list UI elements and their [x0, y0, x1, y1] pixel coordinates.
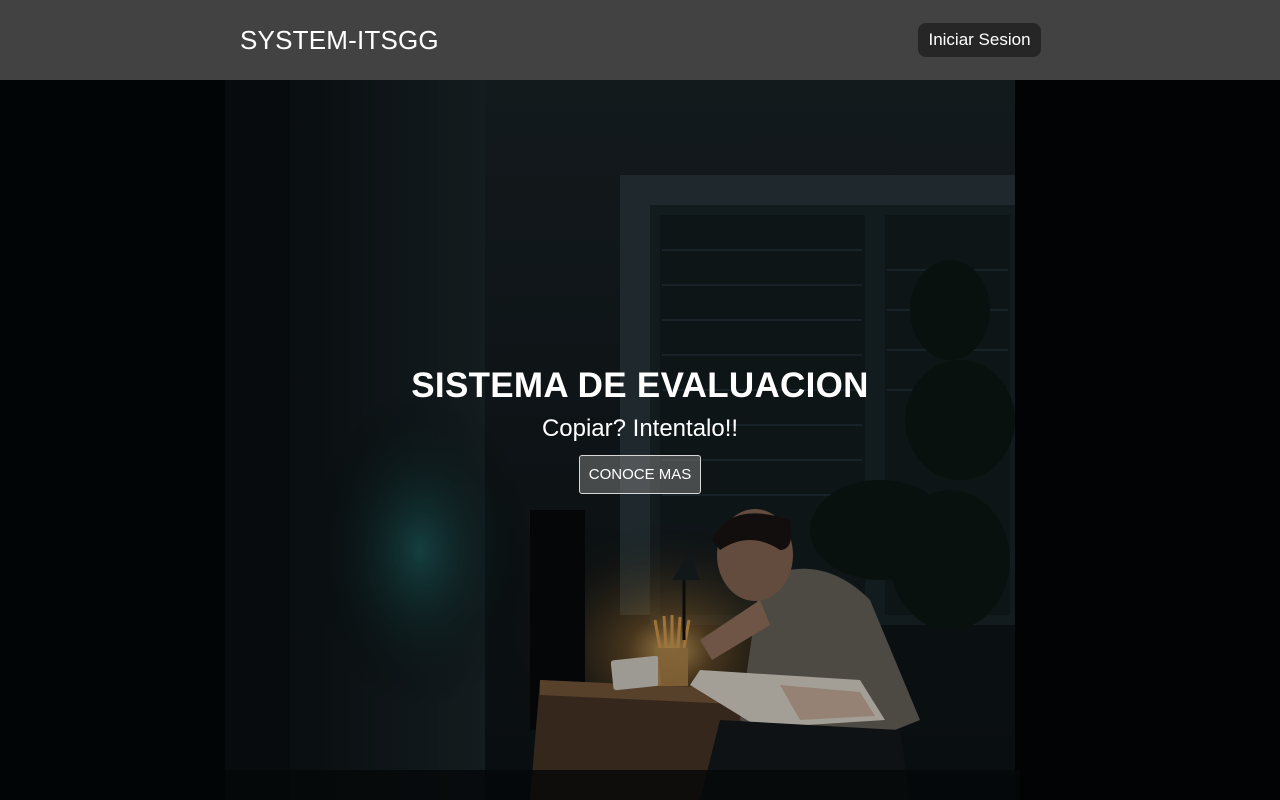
learn-more-button[interactable]: CONOCE MAS: [579, 455, 701, 494]
brand-link[interactable]: SYSTEM-ITSGG: [240, 24, 439, 56]
hero-title: SISTEMA DE EVALUACION: [411, 366, 869, 405]
hero-subtitle: Copiar? Intentalo!!: [541, 415, 739, 442]
hero-content: SISTEMA DE EVALUACION Copiar? Intentalo!…: [0, 365, 1280, 494]
hero-section: SISTEMA DE EVALUACION Copiar? Intentalo!…: [0, 80, 1280, 800]
top-navbar: SYSTEM-ITSGG Iniciar Sesion: [0, 0, 1280, 80]
login-button[interactable]: Iniciar Sesion: [918, 23, 1041, 57]
